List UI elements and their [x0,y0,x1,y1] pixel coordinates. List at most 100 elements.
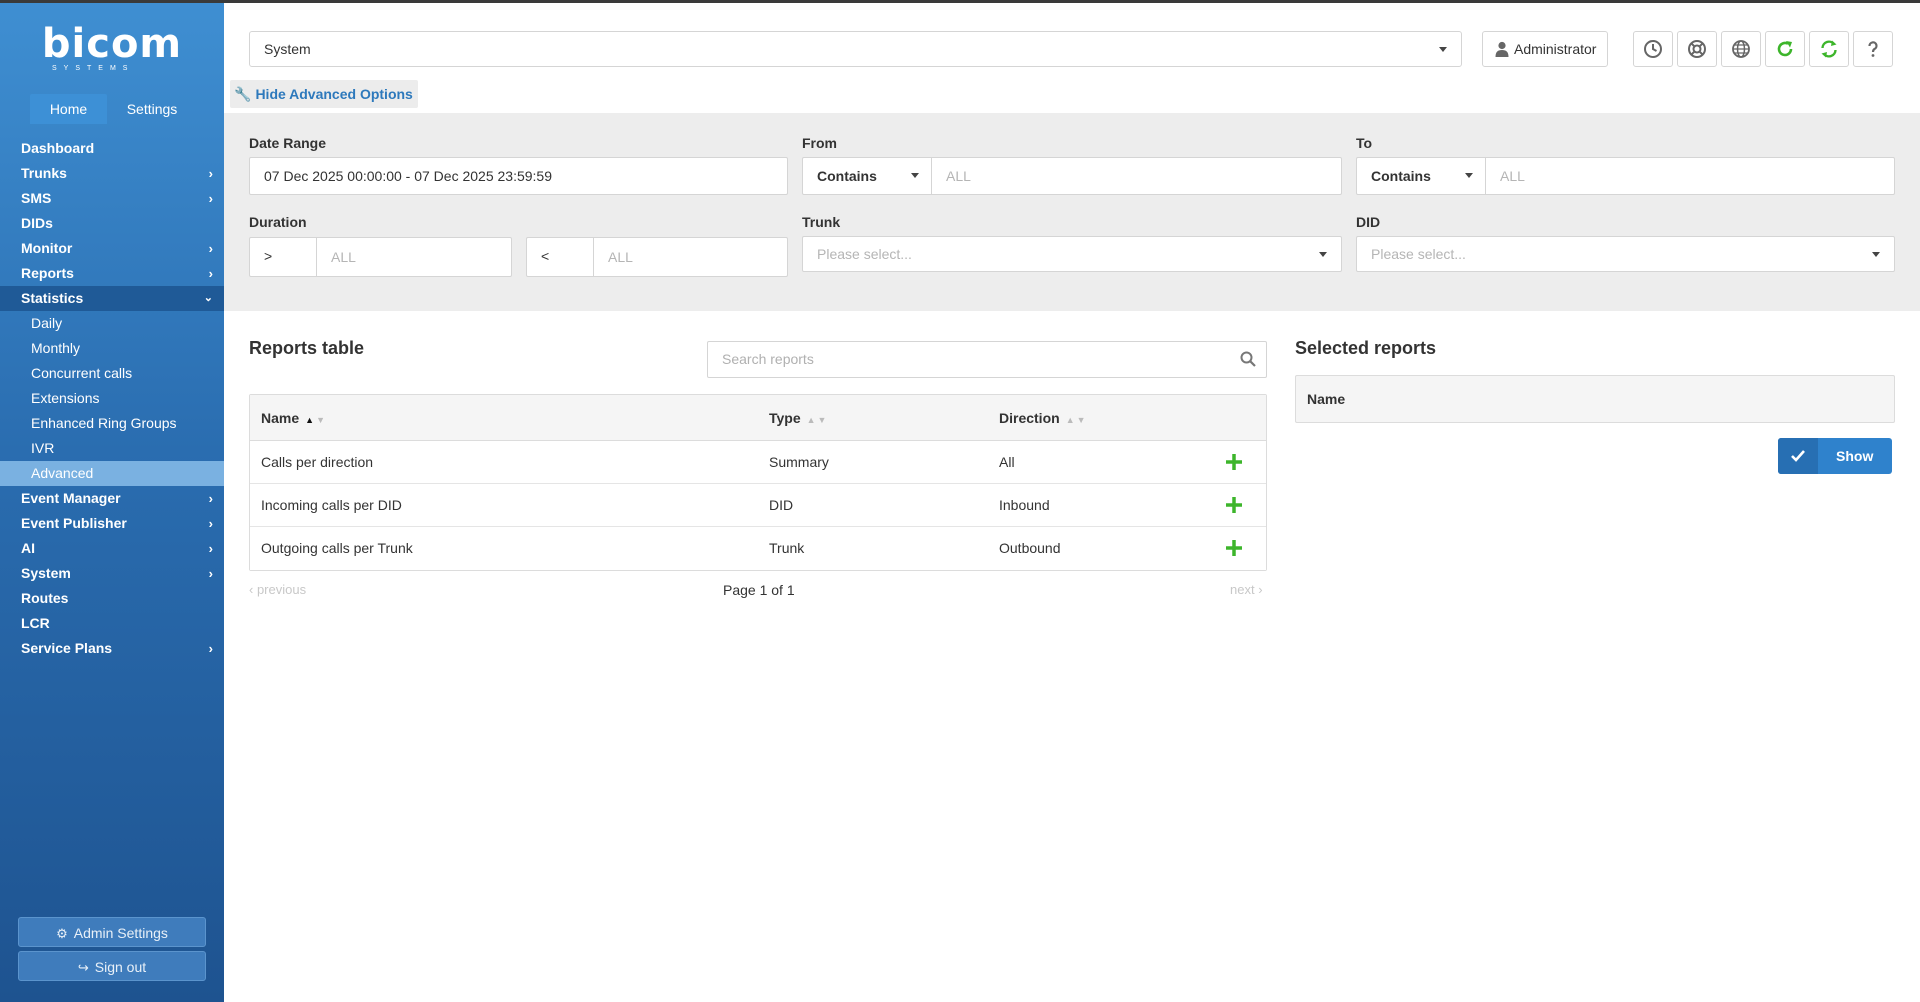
sidebar-subitem-ivr[interactable]: IVR [0,436,224,461]
wrench-icon: 🔧 [234,86,252,102]
sidebar-item-label: Trunks [21,165,67,181]
report-type: Summary [769,454,829,470]
tab-settings[interactable]: Settings [107,94,197,124]
admin-settings-label: Admin Settings [73,925,168,941]
chevron-right-icon: › [208,191,213,206]
tenant-select-value: System [264,41,311,57]
sidebar-item-dashboard[interactable]: Dashboard [0,136,224,161]
did-select[interactable]: Please select... [1356,236,1895,272]
sidebar-item-ai[interactable]: AI › [0,536,224,561]
caret-left-icon: ‹ [249,582,257,597]
tenant-select[interactable]: System [249,31,1462,67]
selected-reports-table: Name [1295,375,1895,423]
sidebar-item-routes[interactable]: Routes [0,586,224,611]
sign-out-icon: ↪ [77,960,89,975]
search-placeholder: Search reports [722,351,814,367]
support-icon [1688,40,1706,58]
sidebar-item-label: DIDs [21,215,53,231]
sidebar-subitem-concurrent-calls[interactable]: Concurrent calls [0,361,224,386]
selected-reports-title: Selected reports [1295,338,1437,358]
sidebar-subitem-monthly[interactable]: Monthly [0,336,224,361]
sidebar-subitem-enhanced-ring-groups[interactable]: Enhanced Ring Groups [0,411,224,436]
search-input[interactable]: Search reports [707,341,1267,378]
sign-out-button[interactable]: ↪ Sign out [18,951,206,981]
sidebar-item-statistics[interactable]: Statistics ⌄ [0,286,224,311]
pager-previous[interactable]: ‹ previous [249,582,306,597]
column-header-label: Name [261,410,300,426]
caret-down-icon [911,173,919,178]
help-button[interactable] [1853,31,1893,67]
user-menu-button[interactable]: Administrator [1482,31,1608,67]
chevron-right-icon: › [208,241,213,256]
table-row: Incoming calls per DID DID Inbound [250,484,1266,527]
sidebar-item-label: Service Plans [21,640,113,656]
history-button[interactable] [1633,31,1673,67]
sidebar-item-sms[interactable]: SMS › [0,186,224,211]
column-header-name[interactable]: Name ▲▼ [261,395,327,443]
report-type: DID [769,497,794,513]
duration-max-operator[interactable]: < [526,237,594,277]
user-icon [1495,41,1509,57]
table-row: Calls per direction Summary All [250,441,1266,484]
sidebar: bicom SYSTEMS Home Settings Dashboard Tr… [0,0,224,1002]
chevron-right-icon: › [208,516,213,531]
sidebar-item-system[interactable]: System › [0,561,224,586]
duration-min-input[interactable]: ALL [316,237,512,277]
sidebar-item-lcr[interactable]: LCR [0,611,224,636]
duration-max-input[interactable]: ALL [593,237,788,277]
pager-next-label: next [1230,582,1255,597]
sidebar-item-event-manager[interactable]: Event Manager › [0,486,224,511]
show-button[interactable]: Show [1778,438,1892,474]
hide-advanced-options-toggle[interactable]: 🔧 Hide Advanced Options [230,80,418,108]
sidebar-item-reports[interactable]: Reports › [0,261,224,286]
admin-settings-button[interactable]: ⚙ Admin Settings [18,917,206,947]
from-label: From [802,135,837,151]
duration-min-operator[interactable]: > [249,237,317,277]
date-range-input[interactable]: 07 Dec 2025 00:00:00 - 07 Dec 2025 23:59… [249,157,788,195]
reports-table-title: Reports table [249,338,365,358]
show-button-label: Show [1836,448,1874,464]
sync-button[interactable] [1809,31,1849,67]
date-range-label: Date Range [249,135,327,151]
pager-next[interactable]: next › [1230,582,1263,597]
sort-icon: ▲▼ [305,415,327,425]
sidebar-item-label: Routes [21,590,69,606]
sidebar-item-label: Monitor [21,240,73,256]
from-input[interactable]: ALL [931,157,1342,195]
search-icon[interactable] [1240,351,1256,367]
sidebar-item-dids[interactable]: DIDs [0,211,224,236]
add-icon[interactable] [1224,452,1244,472]
sidebar-item-label: Dashboard [21,140,95,156]
caret-down-icon [1465,173,1473,178]
help-icon [1868,41,1878,57]
add-icon[interactable] [1224,538,1244,558]
sort-icon: ▲▼ [1065,415,1088,425]
chevron-right-icon: › [208,266,213,281]
to-operator-select[interactable]: Contains [1356,157,1486,195]
support-button[interactable] [1677,31,1717,67]
caret-right-icon: › [1254,582,1263,597]
report-name: Incoming calls per DID [261,497,402,513]
report-direction: All [999,454,1015,470]
column-header-direction[interactable]: Direction ▲▼ [999,395,1088,443]
sign-out-label: Sign out [94,959,147,975]
table-row: Outgoing calls per Trunk Trunk Outbound [250,527,1266,570]
sidebar-item-trunks[interactable]: Trunks › [0,161,224,186]
add-icon[interactable] [1224,495,1244,515]
from-operator-select[interactable]: Contains [802,157,932,195]
reload-button[interactable] [1765,31,1805,67]
to-input[interactable]: ALL [1485,157,1895,195]
sidebar-tabs: Home Settings [30,94,197,124]
sidebar-item-service-plans[interactable]: Service Plans › [0,636,224,661]
tab-home[interactable]: Home [30,94,107,124]
sidebar-item-monitor[interactable]: Monitor › [0,236,224,261]
clock-icon [1644,40,1662,58]
trunk-select[interactable]: Please select... [802,236,1342,272]
language-button[interactable] [1721,31,1761,67]
sidebar-subitem-advanced[interactable]: Advanced [0,461,224,486]
sidebar-item-event-publisher[interactable]: Event Publisher › [0,511,224,536]
sidebar-item-label: Event Publisher [21,515,127,531]
sidebar-subitem-daily[interactable]: Daily [0,311,224,336]
column-header-type[interactable]: Type ▲▼ [769,395,828,443]
sidebar-subitem-extensions[interactable]: Extensions [0,386,224,411]
